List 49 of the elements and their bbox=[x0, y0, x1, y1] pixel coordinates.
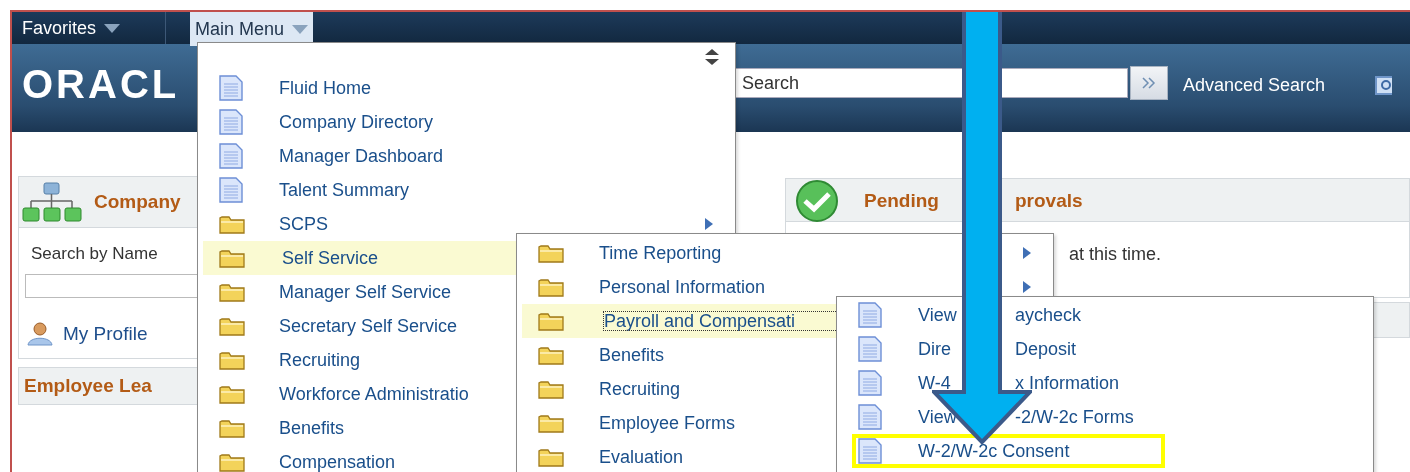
profile-link[interactable]: My Profile bbox=[63, 323, 148, 345]
folder-icon bbox=[219, 282, 245, 302]
folder-icon bbox=[538, 379, 564, 399]
document-icon bbox=[219, 143, 243, 169]
panel-title: provals bbox=[1015, 190, 1084, 212]
document-icon bbox=[858, 438, 882, 464]
document-icon bbox=[219, 109, 243, 135]
panel-title: Company bbox=[94, 191, 181, 213]
menu-item[interactable]: W-4 x Information bbox=[837, 366, 1373, 400]
menu-item[interactable]: Company Directory bbox=[198, 105, 735, 139]
folder-icon bbox=[538, 243, 564, 263]
caret-icon bbox=[292, 24, 309, 34]
document-icon bbox=[858, 336, 882, 362]
org-chart-icon bbox=[22, 181, 82, 223]
folder-icon bbox=[538, 413, 564, 433]
folder-icon bbox=[538, 447, 564, 467]
folder-icon bbox=[538, 277, 564, 297]
folder-icon bbox=[219, 384, 245, 404]
menu-item[interactable]: View -2/W-2c Forms bbox=[837, 400, 1373, 434]
folder-icon bbox=[219, 350, 245, 370]
folder-icon bbox=[219, 452, 245, 472]
menu-item[interactable]: Manager Dashboard bbox=[198, 139, 735, 173]
document-icon bbox=[219, 177, 243, 203]
caret-icon bbox=[104, 23, 121, 33]
message-text: at this time. bbox=[1069, 244, 1162, 265]
folder-icon bbox=[219, 418, 245, 438]
search-button[interactable] bbox=[1130, 66, 1168, 100]
search-icon bbox=[1374, 74, 1392, 96]
document-icon bbox=[858, 302, 882, 328]
menu-item[interactable]: W-2/W-2c Consent bbox=[852, 434, 1165, 468]
field-label: Search by Name bbox=[31, 244, 159, 264]
panel-title: Employee Lea bbox=[24, 375, 152, 396]
panel-title: Pending bbox=[864, 190, 940, 212]
person-icon bbox=[27, 322, 53, 346]
advanced-search-link[interactable]: Advanced Search bbox=[1183, 74, 1344, 96]
folder-icon bbox=[219, 214, 245, 234]
folder-icon bbox=[538, 345, 564, 365]
menu-item[interactable]: Talent Summary bbox=[198, 173, 735, 207]
folder-icon bbox=[538, 311, 564, 331]
menu-item[interactable]: Fluid Home bbox=[198, 71, 735, 105]
nav-tab[interactable]: Favorites bbox=[12, 12, 131, 44]
scroll-arrows-icon bbox=[705, 49, 719, 65]
folder-icon bbox=[219, 248, 245, 268]
document-icon bbox=[858, 370, 882, 396]
logo: ORACL bbox=[21, 61, 180, 107]
document-icon bbox=[858, 404, 882, 430]
folder-icon bbox=[219, 316, 245, 336]
double-chevron-icon bbox=[1141, 77, 1157, 89]
document-icon bbox=[219, 75, 243, 101]
